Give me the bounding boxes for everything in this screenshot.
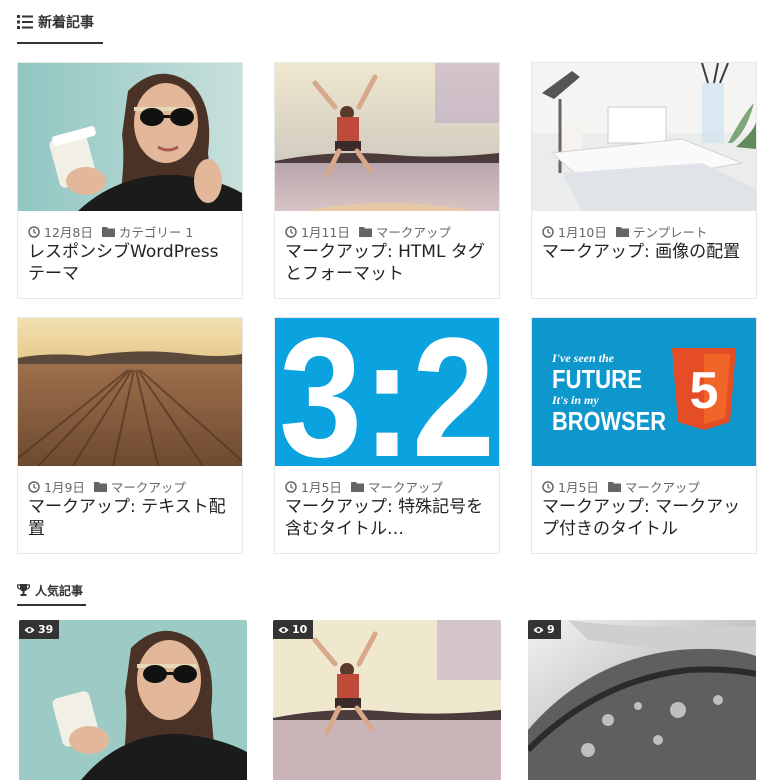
popular-post[interactable]: 39 (19, 620, 247, 780)
trophy-icon (17, 584, 30, 596)
list-icon (17, 15, 33, 29)
view-count-badge: 39 (19, 620, 60, 639)
post-category-link[interactable]: カテゴリー 1 (119, 222, 193, 241)
post-meta: 1月5日 マークアップ (542, 477, 700, 496)
post-thumbnail[interactable] (18, 63, 242, 211)
clock-icon (285, 225, 297, 238)
post-date: 1月9日 (44, 480, 85, 495)
post-title-link[interactable]: マークアップ: 特殊記号を含むタイトル… (285, 496, 493, 540)
post-thumbnail[interactable]: I've seen the FUTURE It's in my BROWSER … (532, 318, 756, 466)
post-meta: 1月10日 テンプレート (542, 222, 708, 241)
folder-icon (93, 481, 107, 492)
folder-icon (615, 226, 629, 237)
heading-underline (17, 42, 103, 44)
post-meta: 12月8日 カテゴリー 1 (28, 222, 193, 241)
folder-icon (358, 226, 372, 237)
popular-posts-heading-label: 人気記事 (35, 583, 84, 598)
post-category-link[interactable]: マークアップ (625, 477, 700, 496)
post-card[interactable]: 1月11日 マークアップ マークアップ: HTML タグとフォーマット (274, 62, 500, 299)
recent-posts-heading: 新着記事 (17, 11, 103, 44)
post-title-link[interactable]: マークアップ: HTML タグとフォーマット (285, 241, 493, 285)
post-thumbnail[interactable] (532, 63, 756, 211)
view-count: 10 (292, 623, 308, 636)
thumbnail-text: I've seen the (551, 351, 615, 365)
thumbnail-text: 3:2 (279, 318, 495, 466)
post-date: 1月5日 (301, 480, 342, 495)
post-thumbnail[interactable] (18, 318, 242, 466)
clock-icon (28, 225, 40, 238)
post-thumbnail[interactable] (275, 63, 499, 211)
clock-icon (285, 480, 297, 493)
post-card[interactable]: 12月8日 カテゴリー 1 レスポンシブWordPress テーマ (17, 62, 243, 299)
html5-badge-text: 5 (690, 362, 719, 420)
post-card[interactable]: 1月10日 テンプレート マークアップ: 画像の配置 (531, 62, 757, 299)
clock-icon (542, 225, 554, 238)
view-count: 9 (547, 623, 555, 636)
folder-icon (607, 481, 621, 492)
post-category-link[interactable]: マークアップ (376, 222, 451, 241)
post-meta: 1月9日 マークアップ (28, 477, 186, 496)
view-count-badge: 9 (528, 620, 561, 639)
popular-posts-heading: 人気記事 (17, 580, 86, 606)
post-card[interactable]: 1月9日 マークアップ マークアップ: テキスト配置 (17, 317, 243, 554)
popular-post[interactable]: 9 (528, 620, 756, 780)
post-card[interactable]: I've seen the FUTURE It's in my BROWSER … (531, 317, 757, 554)
post-meta: 1月11日 マークアップ (285, 222, 451, 241)
post-date: 1月5日 (558, 480, 599, 495)
eye-icon (533, 626, 544, 634)
view-count: 39 (38, 623, 54, 636)
post-title-link[interactable]: レスポンシブWordPress テーマ (28, 241, 236, 285)
folder-icon (350, 481, 364, 492)
folder-icon (101, 226, 115, 237)
eye-icon (24, 626, 35, 634)
clock-icon (542, 480, 554, 493)
post-category-link[interactable]: マークアップ (111, 477, 186, 496)
clock-icon (28, 480, 40, 493)
post-category-link[interactable]: テンプレート (633, 222, 708, 241)
view-count-badge: 10 (273, 620, 314, 639)
post-date: 12月8日 (44, 225, 93, 240)
post-card[interactable]: 3:2 1月5日 マークアップ マークアップ: 特殊記号を含むタイトル… (274, 317, 500, 554)
eye-icon (278, 626, 289, 634)
post-meta: 1月5日 マークアップ (285, 477, 443, 496)
post-category-link[interactable]: マークアップ (368, 477, 443, 496)
post-thumbnail[interactable]: 3:2 (275, 318, 499, 466)
thumbnail-text: FUTURE (552, 364, 642, 394)
post-title-link[interactable]: マークアップ: テキスト配置 (28, 496, 236, 540)
thumbnail-text: BROWSER (552, 406, 666, 436)
post-title-link[interactable]: マークアップ: 画像の配置 (542, 241, 750, 263)
post-date: 1月11日 (301, 225, 350, 240)
thumbnail-text: It's in my (551, 393, 599, 407)
popular-post[interactable]: 10 (273, 620, 501, 780)
post-date: 1月10日 (558, 225, 607, 240)
heading-underline (17, 604, 86, 606)
post-title-link[interactable]: マークアップ: マークアップ付きのタイトル (542, 496, 750, 540)
recent-posts-heading-label: 新着記事 (38, 15, 94, 31)
